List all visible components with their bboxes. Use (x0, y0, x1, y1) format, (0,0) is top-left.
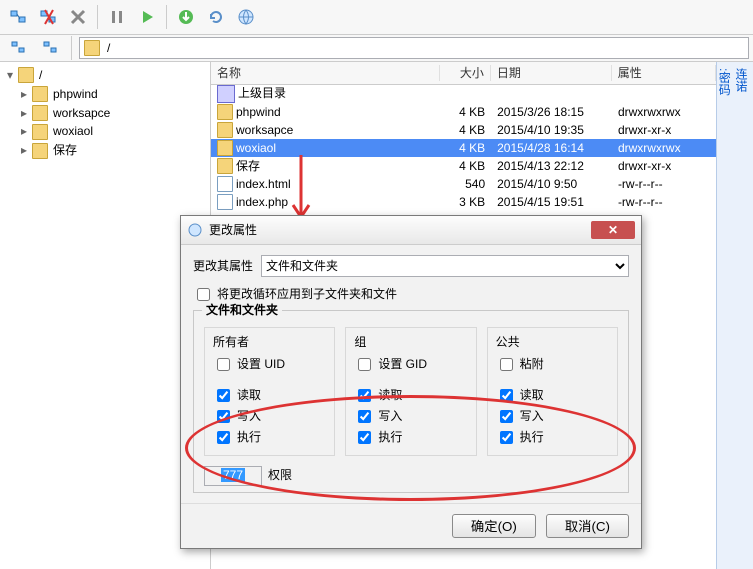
dialog-icon (187, 222, 203, 238)
download-button[interactable] (172, 3, 200, 31)
group-write-checkbox[interactable] (358, 410, 371, 423)
public-write-checkbox[interactable] (500, 410, 513, 423)
play-button[interactable] (133, 3, 161, 31)
group-column: 组 设置 GID 读取 写入 执行 (345, 327, 476, 456)
dialog-title-text: 更改属性 (209, 222, 257, 239)
disconnect-button[interactable] (34, 3, 62, 31)
cancel-button[interactable]: 取消(C) (546, 514, 629, 538)
folder-icon (84, 40, 100, 56)
up-icon (217, 85, 235, 103)
group-read-checkbox[interactable] (358, 389, 371, 402)
folder-icon (217, 104, 233, 120)
list-row[interactable]: phpwind4 KB2015/3/26 18:15drwxrwxrwx (211, 103, 716, 121)
globe-button[interactable] (232, 3, 260, 31)
col-date[interactable]: 日期 (491, 65, 612, 82)
list-row[interactable]: index.php3 KB2015/4/15 19:51-rw-r--r-- (211, 193, 716, 211)
folder-icon (32, 86, 48, 102)
col-perm[interactable]: 属性 (612, 65, 716, 82)
link-local-button[interactable] (36, 34, 64, 62)
group-title: 文件和文件夹 (202, 302, 282, 319)
permission-value-input[interactable]: 777 (204, 466, 262, 486)
link-remote-button[interactable] (4, 34, 32, 62)
file-icon (217, 176, 233, 192)
folder-icon (217, 122, 233, 138)
list-row[interactable]: index.html5402015/4/10 9:50-rw-r--r-- (211, 175, 716, 193)
pause-button[interactable] (103, 3, 131, 31)
tree-root[interactable]: ▾/ (0, 66, 210, 85)
group-exec-checkbox[interactable] (358, 431, 371, 444)
close-button[interactable]: ✕ (591, 221, 635, 239)
tree-item[interactable]: ▸保存 (0, 141, 210, 160)
path-input[interactable]: / (79, 37, 749, 59)
list-row[interactable]: worksapce4 KB2015/4/10 19:35drwxr-xr-x (211, 121, 716, 139)
change-attributes-dialog: 更改属性 ✕ 更改其属性 文件和文件夹 将更改循环应用到子文件夹和文件 文件和文… (180, 215, 642, 549)
dialog-titlebar: 更改属性 ✕ (181, 216, 641, 245)
right-panel: 连诺:密码 (716, 62, 753, 569)
tree-item[interactable]: ▸woxiaol (0, 122, 210, 141)
ok-button[interactable]: 确定(O) (452, 514, 536, 538)
col-size[interactable]: 大小 (440, 65, 491, 82)
list-header: 名称 大小 日期 属性 (211, 62, 716, 85)
file-icon (217, 194, 233, 210)
folder-icon (32, 143, 48, 159)
owner-exec-checkbox[interactable] (217, 431, 230, 444)
recurse-checkbox[interactable] (197, 288, 210, 301)
owner-column: 所有者 设置 UID 读取 写入 执行 (204, 327, 335, 456)
up-dir-row[interactable]: 上级目录 (211, 85, 716, 103)
folder-icon (32, 124, 48, 140)
path-toolbar: / (0, 35, 753, 62)
folder-icon (217, 158, 233, 174)
tree-item[interactable]: ▸worksapce (0, 104, 210, 123)
sticky-checkbox[interactable] (500, 358, 513, 371)
tree-item[interactable]: ▸phpwind (0, 85, 210, 104)
owner-read-checkbox[interactable] (217, 389, 230, 402)
path-text: / (107, 40, 110, 57)
public-read-checkbox[interactable] (500, 389, 513, 402)
set-gid-checkbox[interactable] (358, 358, 371, 371)
stop-button[interactable] (64, 3, 92, 31)
main-toolbar (0, 0, 753, 35)
folder-icon (217, 140, 233, 156)
folder-icon (18, 67, 34, 83)
public-exec-checkbox[interactable] (500, 431, 513, 444)
list-row[interactable]: woxiaol4 KB2015/4/28 16:14drwxrwxrwx (211, 139, 716, 157)
change-target-label: 更改其属性 (193, 258, 253, 275)
public-column: 公共 粘附 读取 写入 执行 (487, 327, 618, 456)
connect-button[interactable] (4, 3, 32, 31)
set-uid-checkbox[interactable] (217, 358, 230, 371)
permission-label: 权限 (268, 467, 292, 484)
folder-icon (32, 105, 48, 121)
col-name[interactable]: 名称 (211, 65, 440, 82)
owner-write-checkbox[interactable] (217, 410, 230, 423)
list-row[interactable]: 保存4 KB2015/4/13 22:12drwxr-xr-x (211, 157, 716, 175)
target-select[interactable]: 文件和文件夹 (261, 255, 629, 277)
refresh-button[interactable] (202, 3, 230, 31)
